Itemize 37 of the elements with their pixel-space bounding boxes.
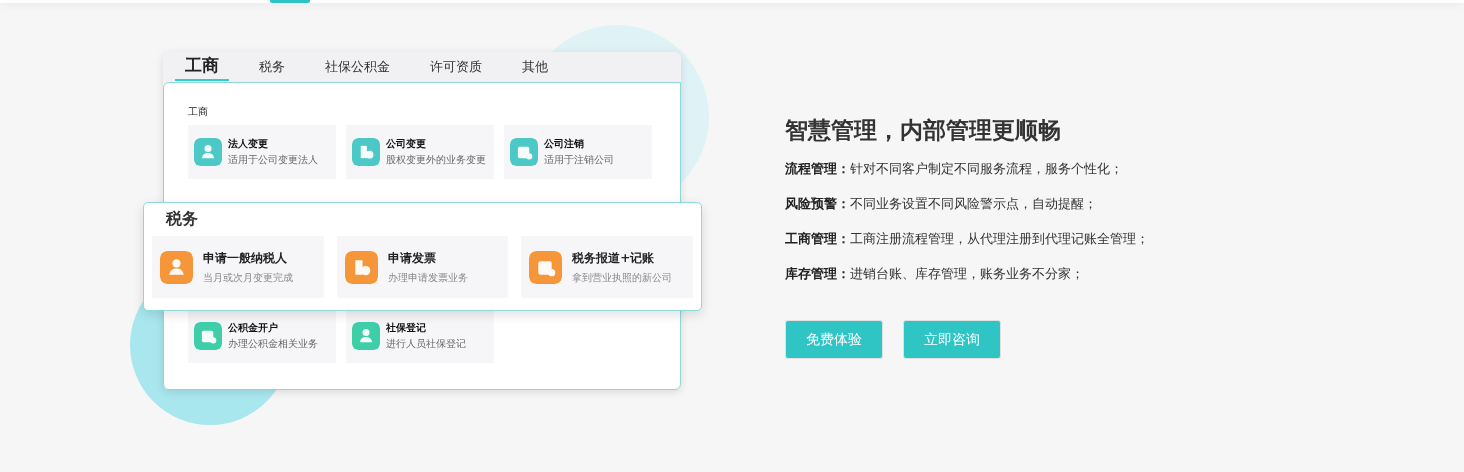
- tab[interactable]: 其他: [522, 58, 548, 76]
- feature-text: 流程管理：针对不同客户制定不同服务流程，服务个性化；: [785, 160, 1124, 178]
- service-card[interactable]: 申请一般纳税人 当月或次月变更完成: [152, 236, 324, 298]
- service-title: 社保登记: [386, 321, 427, 335]
- service-title: 税务报道+记账: [572, 249, 656, 267]
- service-subtitle: 适用于公司变更法人: [228, 153, 318, 167]
- service-card[interactable]: 公积金开户 办理公积金相关业务: [188, 309, 336, 363]
- feature-text: 库存管理：进销台账、库存管理，账务业务不分家；: [785, 265, 1085, 283]
- service-card[interactable]: 法人变更 适用于公司变更法人: [188, 125, 336, 179]
- tab[interactable]: 工商: [175, 53, 229, 81]
- tab[interactable]: 税务: [259, 58, 285, 76]
- tab[interactable]: 社保公积金: [325, 58, 390, 76]
- feature-text: 工商管理：工商注册流程管理，从代理注册到代理记账全管理；: [785, 230, 1149, 248]
- section-title: 工商: [188, 105, 209, 119]
- service-subtitle: 进行人员社保登记: [386, 337, 466, 351]
- service-title: 申请发票: [387, 249, 437, 267]
- tab[interactable]: 许可资质: [430, 58, 482, 76]
- service-subtitle: 适用于注销公司: [544, 153, 614, 167]
- service-card[interactable]: 税务报道+记账 拿到营业执照的新公司: [521, 236, 693, 298]
- service-subtitle: 办理公积金相关业务: [228, 337, 318, 351]
- service-title: 法人变更: [228, 137, 269, 151]
- section-title: 税务: [166, 209, 199, 230]
- service-title: 申请一般纳税人: [203, 249, 288, 267]
- service-card[interactable]: 公司变更 股权变更外的业务变更: [346, 125, 494, 179]
- service-title: 公积金开户: [228, 321, 279, 335]
- service-subtitle: 当月或次月变更完成: [203, 270, 293, 285]
- service-subtitle: 拿到营业执照的新公司: [572, 270, 673, 285]
- service-title: 公司变更: [386, 137, 427, 151]
- service-card[interactable]: 公司注销 适用于注销公司: [504, 125, 652, 179]
- indicator-bar: [270, 0, 310, 3]
- service-card[interactable]: 申请发票 办理申请发票业务: [336, 236, 509, 298]
- service-card[interactable]: 社保登记 进行人员社保登记: [346, 309, 494, 363]
- service-title: 公司注销: [544, 137, 585, 151]
- feature-text: 风险预警：不同业务设置不同风险警示点，自动提醒；: [785, 195, 1098, 213]
- service-subtitle: 办理申请发票业务: [387, 270, 468, 285]
- heading: 智慧管理，内部管理更顺畅: [785, 116, 1062, 145]
- service-subtitle: 股权变更外的业务变更: [386, 153, 486, 167]
